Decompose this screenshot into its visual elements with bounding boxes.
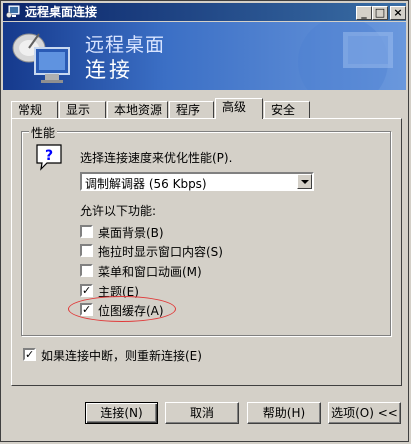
options-button[interactable]: 选项(O) << xyxy=(328,402,401,424)
show-window-contents-label: 拖拉时显示窗口内容(S) xyxy=(98,245,223,259)
connection-speed-value: 调制解调器 (56 Kbps) xyxy=(85,177,207,191)
tab-general[interactable]: 常规 xyxy=(11,101,58,119)
connect-button[interactable]: 连接(N) xyxy=(85,402,158,424)
tab-display[interactable]: 显示 xyxy=(59,101,106,119)
speed-prompt-label: 选择连接速度来优化性能(P). xyxy=(80,151,233,165)
reconnect-label: 如果连接中断，则重新连接(E) xyxy=(41,349,202,363)
maximize-button[interactable]: □ xyxy=(372,6,388,20)
menu-window-animation-checkbox[interactable] xyxy=(80,264,93,277)
show-window-contents-checkbox[interactable] xyxy=(80,244,93,257)
chevron-down-icon[interactable] xyxy=(297,174,312,189)
tab-advanced[interactable]: 高级 xyxy=(215,98,263,119)
highlight-ring xyxy=(68,296,176,322)
themes-checkbox[interactable]: ✓ xyxy=(80,284,93,297)
tab-security[interactable]: 安全 xyxy=(264,101,310,119)
help-button[interactable]: 帮助(H) xyxy=(247,402,321,424)
desktop-background-checkbox[interactable] xyxy=(80,225,93,238)
header-banner: 远程桌面 连接 xyxy=(3,22,406,90)
connection-speed-select[interactable]: 调制解调器 (56 Kbps) xyxy=(80,172,314,191)
svg-text:?: ? xyxy=(45,148,53,164)
banner-line-1: 远程桌面 xyxy=(85,34,166,56)
menu-window-animation-label: 菜单和窗口动画(M) xyxy=(98,265,202,279)
desktop-background-label: 桌面背景(B) xyxy=(98,226,164,240)
allow-features-label: 允许以下功能: xyxy=(80,204,157,218)
title-bar[interactable]: 远程桌面连接 _ □ × xyxy=(3,3,406,21)
tab-programs[interactable]: 程序 xyxy=(169,101,214,119)
remote-desktop-icon xyxy=(6,5,20,18)
close-button[interactable]: × xyxy=(390,6,406,20)
cancel-button[interactable]: 取消 xyxy=(165,402,239,424)
performance-group-title: 性能 xyxy=(29,124,58,141)
tab-local-resources[interactable]: 本地资源 xyxy=(107,101,168,119)
banner-line-2: 连接 xyxy=(85,58,133,82)
question-icon: ? xyxy=(36,144,62,171)
window-title: 远程桌面连接 xyxy=(25,5,98,19)
remote-desktop-logo-icon xyxy=(12,33,70,83)
banner-decoration-icon xyxy=(298,22,393,90)
reconnect-checkbox[interactable]: ✓ xyxy=(23,348,36,361)
minimize-button[interactable]: _ xyxy=(356,6,372,20)
rdp-dialog-window: 远程桌面连接 _ □ × 远程桌面 连接 常规 显示 本地资源 程序 高级 安全 xyxy=(0,0,409,442)
